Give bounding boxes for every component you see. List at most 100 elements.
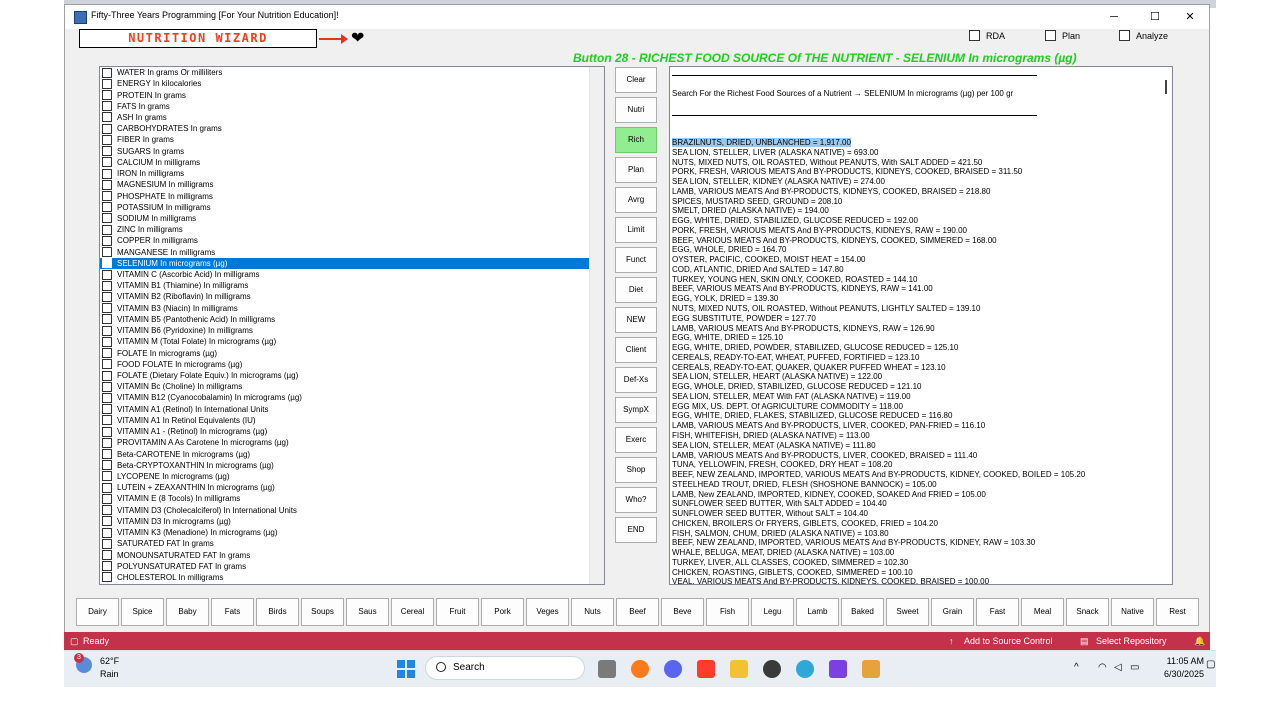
volume-icon[interactable]: ◁: [1114, 662, 1122, 673]
nutrient-item[interactable]: VITAMIN C (Ascorbic Acid) In milligrams: [100, 269, 604, 280]
nutrient-item[interactable]: ASH In grams: [100, 112, 604, 123]
plan-checkbox[interactable]: Plan: [1045, 30, 1080, 41]
output-scrollbar[interactable]: [1158, 67, 1172, 584]
side-button-client[interactable]: Client: [615, 337, 657, 363]
nutrient-item[interactable]: POTASSIUM In milligrams: [100, 202, 604, 213]
nutrition-wizard-app-icon[interactable]: [862, 660, 880, 678]
side-button-who[interactable]: Who?: [615, 487, 657, 513]
nutrient-item[interactable]: SODIUM In milligrams: [100, 213, 604, 224]
results-output[interactable]: Search For the Richest Food Sources of a…: [669, 66, 1173, 585]
nutrient-item[interactable]: POLYUNSATURATED FAT In grams: [100, 561, 604, 572]
nutrient-item[interactable]: MANGANESE In milligrams: [100, 247, 604, 258]
nutrient-item[interactable]: FIBER In grams: [100, 134, 604, 145]
checkbox-icon[interactable]: [102, 538, 112, 549]
bell-icon[interactable]: 🔔: [1194, 636, 1205, 647]
category-button-cereal[interactable]: Cereal: [391, 598, 434, 626]
nutrient-item[interactable]: SATURATED FAT In grams: [100, 538, 604, 549]
checkbox-icon[interactable]: [102, 359, 112, 370]
checkbox-icon[interactable]: [102, 123, 112, 134]
battery-icon[interactable]: ▭: [1130, 662, 1139, 673]
nutrient-item[interactable]: FOLATE In micrograms (µg): [100, 347, 604, 359]
close-button[interactable]: ✕: [1179, 9, 1201, 25]
nutrient-item[interactable]: MONOUNSATURATED FAT In grams: [100, 549, 604, 561]
nutrient-item[interactable]: SUGARS In grams: [100, 146, 604, 157]
nutrient-item[interactable]: VITAMIN Bc (Choline) In milligrams: [100, 381, 604, 392]
nutrient-checklist[interactable]: WATER In grams Or milliliters ENERGY In k…: [99, 66, 605, 585]
category-button-fruit[interactable]: Fruit: [436, 598, 479, 626]
nutrient-item[interactable]: CALCIUM In milligrams: [100, 157, 604, 168]
checkbox-icon[interactable]: [102, 527, 112, 538]
category-button-grain[interactable]: Grain: [931, 598, 974, 626]
category-button-native[interactable]: Native: [1111, 598, 1154, 626]
nutrient-item[interactable]: COPPER In milligrams: [100, 235, 604, 246]
nutrient-item[interactable]: FATS In grams: [100, 101, 604, 112]
category-button-fats[interactable]: Fats: [211, 598, 254, 626]
chevron-up-icon[interactable]: ^: [1074, 662, 1079, 673]
minimize-button[interactable]: ─: [1103, 9, 1125, 25]
scroll-thumb[interactable]: [1165, 80, 1167, 94]
category-button-legu[interactable]: Legu: [751, 598, 794, 626]
category-button-fish[interactable]: Fish: [706, 598, 749, 626]
checkbox-icon[interactable]: [102, 235, 112, 246]
nutrient-item[interactable]: VITAMIN A1 In Retinol Equivalents (IU): [100, 415, 604, 426]
checkbox-icon[interactable]: [102, 191, 112, 202]
side-button-limit[interactable]: Limit: [615, 217, 657, 243]
checkbox-icon[interactable]: [102, 449, 112, 460]
checkbox-icon[interactable]: [102, 303, 112, 314]
side-button-diet[interactable]: Diet: [615, 277, 657, 303]
category-button-veges[interactable]: Veges: [526, 598, 569, 626]
checkbox-icon[interactable]: [102, 392, 112, 403]
checkbox-icon[interactable]: [102, 348, 112, 359]
nutrient-item[interactable]: LUTEIN + ZEAXANTHIN In micrograms (µg): [100, 482, 604, 493]
nutrient-item[interactable]: MAGNESIUM In milligrams: [100, 179, 604, 190]
add-source-control-button[interactable]: Add to Source Control: [964, 636, 1053, 646]
checkbox-icon[interactable]: [102, 202, 112, 213]
checkbox-icon[interactable]: [102, 325, 112, 336]
side-button-def-xs[interactable]: Def-Xs: [615, 367, 657, 393]
task-view-icon[interactable]: [598, 660, 616, 678]
category-button-fast[interactable]: Fast: [976, 598, 1019, 626]
checkbox-icon[interactable]: [102, 572, 112, 583]
file-explorer-icon[interactable]: [730, 660, 748, 678]
checkbox-icon[interactable]: [102, 561, 112, 572]
checkbox-icon[interactable]: [102, 415, 112, 426]
checkbox-icon[interactable]: [102, 67, 112, 78]
checkbox-icon[interactable]: [102, 437, 112, 448]
discord-icon[interactable]: [664, 660, 682, 678]
taskbar-clock[interactable]: 11:05 AM 6/30/2025: [1158, 656, 1204, 679]
checkbox-icon[interactable]: [102, 168, 112, 179]
category-button-nuts[interactable]: Nuts: [571, 598, 614, 626]
nutrient-item[interactable]: Beta-CAROTENE In micrograms (µg): [100, 448, 604, 460]
side-button-end[interactable]: END: [615, 517, 657, 543]
checkbox-icon[interactable]: [102, 291, 112, 302]
checkbox-icon[interactable]: [102, 381, 112, 392]
firefox-icon[interactable]: [631, 660, 649, 678]
list-scrollbar[interactable]: [589, 67, 604, 584]
taskbar-search[interactable]: Search: [425, 656, 585, 680]
nutrient-item[interactable]: VITAMIN B3 (Niacin) In milligrams: [100, 303, 604, 314]
nutrient-item[interactable]: VITAMIN B1 (Thiamine) In milligrams: [100, 280, 604, 291]
nutrient-item[interactable]: IRON In milligrams: [100, 168, 604, 179]
nutrient-item[interactable]: SELENIUM In micrograms (µg): [100, 257, 590, 269]
nutrient-item[interactable]: WATER In grams Or milliliters: [100, 67, 604, 78]
wifi-icon[interactable]: ◠: [1098, 662, 1107, 673]
github-icon[interactable]: [763, 660, 781, 678]
checkbox-icon[interactable]: [102, 460, 112, 471]
category-button-rest[interactable]: Rest: [1156, 598, 1199, 626]
category-button-soups[interactable]: Soups: [301, 598, 344, 626]
checkbox-icon[interactable]: [102, 258, 112, 269]
side-button-nutri[interactable]: Nutri: [615, 97, 657, 123]
checkbox-icon[interactable]: [102, 505, 112, 516]
rda-checkbox[interactable]: RDA: [969, 30, 1005, 41]
select-repository-button[interactable]: Select Repository: [1096, 636, 1167, 646]
analyze-checkbox[interactable]: Analyze: [1119, 30, 1168, 41]
side-button-clear[interactable]: Clear: [615, 67, 657, 93]
category-button-snack[interactable]: Snack: [1066, 598, 1109, 626]
category-button-meal[interactable]: Meal: [1021, 598, 1064, 626]
checkbox-icon[interactable]: [102, 516, 112, 527]
checkbox-icon[interactable]: [102, 269, 112, 280]
checkbox-icon[interactable]: [102, 404, 112, 415]
category-button-beve[interactable]: Beve: [661, 598, 704, 626]
nutrient-item[interactable]: FOLATE (Dietary Folate Equiv.) In microg…: [100, 370, 604, 381]
nutrient-item[interactable]: VITAMIN B6 (Pyridoxine) In milligrams: [100, 325, 604, 336]
